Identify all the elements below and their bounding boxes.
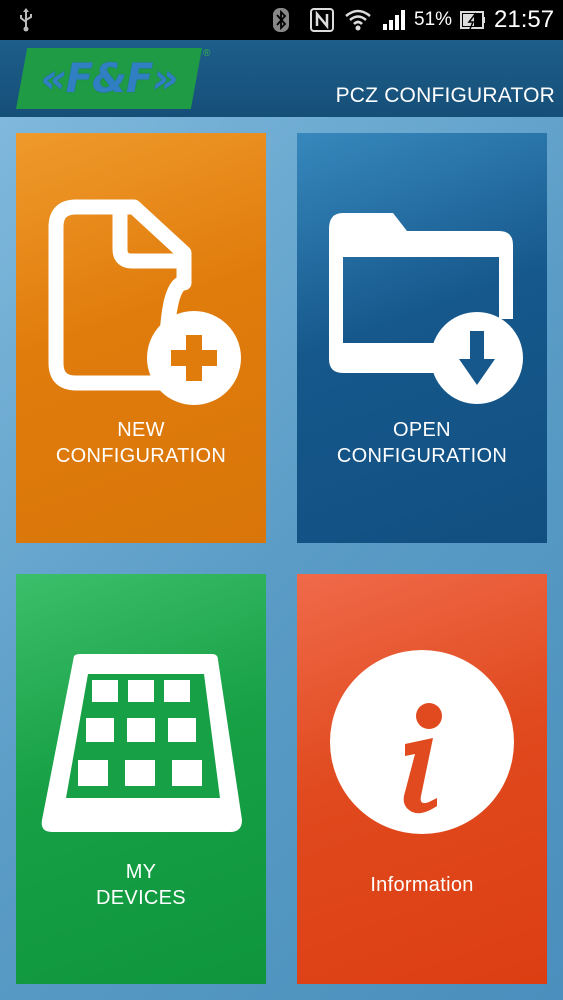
information-tile[interactable]: Information: [297, 574, 547, 984]
new-configuration-label: NEW CONFIGURATION: [55, 419, 227, 467]
ff-logo: «F&F»: [16, 48, 202, 109]
app-header: «F&F» ® PCZ CONFIGURATOR: [0, 40, 563, 117]
new-document-icon: [48, 199, 241, 405]
signal-icon: [382, 0, 406, 40]
nfc-icon: [310, 0, 334, 40]
device-grid-icon: [41, 654, 242, 832]
new-configuration-tile[interactable]: NEW CONFIGURATION: [16, 133, 266, 543]
app-title: PCZ CONFIGURATOR: [335, 84, 555, 107]
open-configuration-tile[interactable]: OPEN CONFIGURATION: [297, 133, 547, 543]
info-icon: [330, 650, 514, 834]
bluetooth-icon: [272, 0, 290, 40]
open-folder-icon: [329, 213, 523, 404]
my-devices-tile[interactable]: MY DEVICES: [16, 574, 266, 984]
information-label: Information: [370, 874, 474, 896]
my-devices-label: MY DEVICES: [96, 861, 186, 909]
open-configuration-label: OPEN CONFIGURATION: [336, 419, 508, 467]
battery-icon: [460, 0, 486, 40]
battery-percent: 51%: [414, 9, 453, 30]
clock: 21:57: [494, 6, 555, 33]
usb-icon: [18, 0, 34, 40]
wifi-icon: [344, 0, 372, 40]
status-bar: 51% 21:57: [0, 0, 563, 40]
logo-text: «F&F»: [40, 55, 179, 102]
logo-registered-mark: ®: [203, 48, 211, 59]
